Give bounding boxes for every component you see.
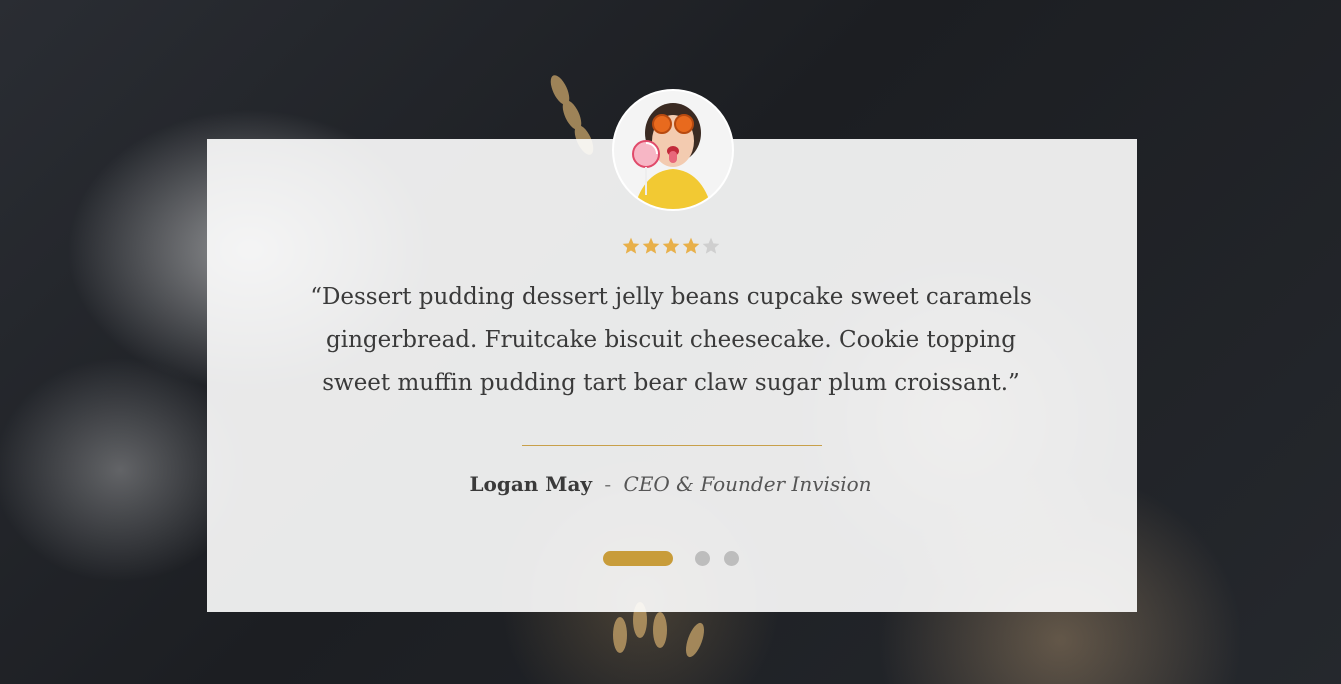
- star-filled-icon: [662, 237, 679, 254]
- star-filled-icon: [682, 237, 699, 254]
- slider-dot-2[interactable]: [694, 551, 710, 566]
- avatar-image: [614, 91, 732, 209]
- author-separator: -: [604, 472, 612, 496]
- star-filled-icon: [622, 237, 639, 254]
- slider-pagination: [0, 551, 1341, 566]
- avatar: [612, 89, 734, 211]
- slider-dot-3[interactable]: [723, 551, 739, 566]
- slider-dot-1[interactable]: [602, 551, 673, 566]
- testimonial-quote: “Dessert pudding dessert jelly beans cup…: [310, 284, 1032, 396]
- star-rating: [0, 236, 1341, 256]
- testimonial-author: Logan May - CEO & Founder Invision: [0, 472, 1341, 496]
- author-role: CEO & Founder Invision: [623, 472, 872, 496]
- star-filled-icon: [642, 237, 659, 254]
- author-name: Logan May: [469, 472, 593, 496]
- divider: [522, 445, 822, 446]
- star-empty-icon: [702, 237, 719, 254]
